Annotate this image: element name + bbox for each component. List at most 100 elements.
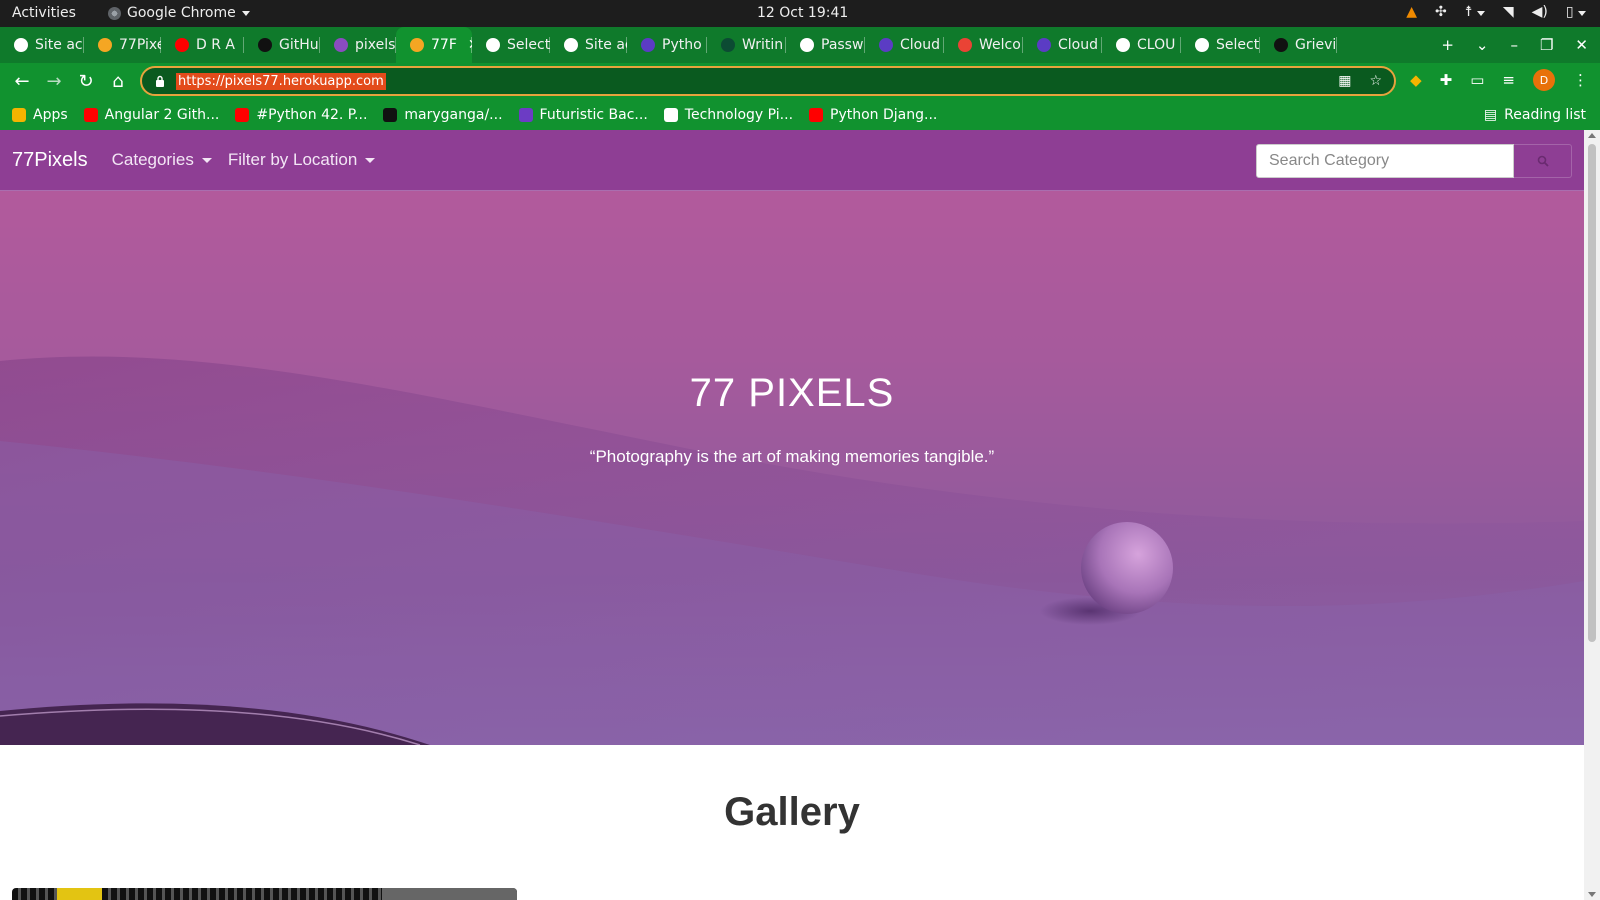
scrollbar-thumb[interactable] — [1588, 144, 1596, 642]
caret-down-icon — [201, 157, 212, 163]
scroll-down-icon[interactable] — [1588, 892, 1596, 897]
back-icon[interactable]: ← — [6, 66, 38, 98]
django-icon — [721, 38, 735, 52]
browser-tab[interactable]: Passw — [786, 27, 865, 63]
forward-icon[interactable]: → — [38, 66, 70, 98]
bookmark-item[interactable]: maryganga/... — [383, 107, 503, 123]
bookmark-favicon-icon — [518, 108, 533, 122]
globe-icon — [486, 38, 500, 52]
tab-label: Site ac — [35, 37, 83, 53]
bookmark-label: maryganga/... — [404, 107, 503, 123]
color-picker-extension-icon[interactable]: ◆ — [1410, 71, 1422, 89]
browser-tab[interactable]: Writin — [707, 27, 786, 63]
site-navbar: 77Pixels Categories Filter by Location — [0, 130, 1584, 191]
bookmark-label: Apps — [33, 107, 68, 123]
heroku-icon — [334, 38, 348, 52]
app-menu[interactable]: Google Chrome — [108, 5, 250, 21]
bookmark-label: Technology Pi... — [684, 107, 794, 123]
tab-label: 77Pixe — [119, 37, 161, 53]
extensions-puzzle-icon[interactable]: ✚ — [1440, 71, 1453, 89]
bookmark-item[interactable]: #Python 42. P... — [235, 107, 367, 123]
browser-tab[interactable]: Select — [472, 27, 550, 63]
browser-tab[interactable]: D R A — [161, 27, 244, 63]
cloud-icon — [1037, 38, 1051, 52]
tab-search-icon[interactable]: ⌄ — [1476, 36, 1489, 54]
profile-avatar[interactable]: D — [1533, 69, 1555, 91]
bookmark-label: Futuristic Bac... — [539, 107, 648, 123]
system-tray[interactable]: ▲ ✣ ☨ ◥ ◀) ▯ — [1406, 4, 1586, 20]
google-icon — [800, 38, 814, 52]
home-icon[interactable]: ⌂ — [102, 66, 134, 98]
kebab-menu-icon[interactable]: ⋮ — [1573, 71, 1588, 89]
browser-tab[interactable]: Select — [1181, 27, 1260, 63]
cloud-icon — [879, 38, 893, 52]
bookmark-item[interactable]: Angular 2 Gith... — [83, 107, 219, 123]
clock[interactable]: 12 Oct 19:41 — [757, 5, 848, 21]
reload-icon[interactable]: ↻ — [70, 66, 102, 98]
tab-label: Cloud — [1058, 37, 1098, 53]
github-icon — [1274, 38, 1288, 52]
globe-icon — [564, 38, 578, 52]
page-scrollbar[interactable] — [1584, 130, 1600, 900]
browser-tab[interactable]: Pytho — [627, 27, 707, 63]
bookmark-label: #Python 42. P... — [256, 107, 368, 123]
browser-tab[interactable]: GitHu — [244, 27, 320, 63]
browser-tab[interactable]: Site ac — [550, 27, 627, 63]
accessibility-icon[interactable]: ☨ — [1465, 4, 1485, 20]
bookmark-favicon-icon — [663, 108, 678, 122]
qr-code-icon[interactable]: ▦ — [1338, 73, 1351, 89]
os-top-bar: Activities Google Chrome 12 Oct 19:41 ▲ … — [0, 0, 1600, 27]
url-text[interactable]: https://pixels77.herokuapp.com — [176, 72, 386, 90]
browser-tab[interactable]: Grievi — [1260, 27, 1337, 63]
site-brand[interactable]: 77Pixels — [12, 149, 88, 172]
cast-icon[interactable]: ▭ — [1470, 71, 1484, 89]
browser-tab[interactable]: Welco — [944, 27, 1023, 63]
youtube-icon — [175, 38, 189, 52]
tab-label: Select — [1216, 37, 1260, 53]
bookmark-item[interactable]: Apps — [12, 107, 68, 123]
new-tab-icon[interactable]: + — [1441, 36, 1454, 54]
browser-tab[interactable]: pixels — [320, 27, 396, 63]
address-bar[interactable]: https://pixels77.herokuapp.com ▦ ☆ — [140, 66, 1396, 96]
categories-dropdown[interactable]: Categories — [112, 150, 212, 170]
vlc-icon[interactable]: ▲ — [1406, 4, 1417, 20]
activities-button[interactable]: Activities — [12, 5, 76, 21]
cloud-icon — [641, 38, 655, 52]
slack-icon[interactable]: ✣ — [1435, 4, 1447, 20]
globe-icon — [14, 38, 28, 52]
tab-label: CLOU — [1137, 37, 1176, 53]
browser-tab[interactable]: Site ac — [0, 27, 84, 63]
window-controls: + ⌄ – ❐ ✕ — [1441, 36, 1600, 54]
battery-icon[interactable]: ▯ — [1566, 4, 1586, 20]
search-button[interactable] — [1514, 144, 1572, 178]
search-category-input[interactable] — [1256, 144, 1514, 178]
close-window-icon[interactable]: ✕ — [1575, 36, 1588, 54]
hero-banner: 77 PIXELS “Photography is the art of mak… — [0, 191, 1584, 745]
wifi-icon[interactable]: ◥ — [1503, 4, 1514, 20]
browser-tab[interactable]: CLOU — [1102, 27, 1181, 63]
filter-location-dropdown[interactable]: Filter by Location — [227, 150, 376, 170]
tab-label: Welco — [979, 37, 1021, 53]
tab-label: Grievi — [1295, 37, 1337, 53]
chrome-icon — [108, 6, 121, 20]
bookmark-favicon-icon — [809, 108, 824, 122]
reading-list-button[interactable]: ▤ Reading list — [1484, 107, 1586, 123]
bookmark-item[interactable]: Technology Pi... — [663, 107, 794, 123]
bookmark-item[interactable]: Python Djang... — [809, 107, 937, 123]
search-icon — [1537, 155, 1549, 167]
gallery-image[interactable] — [12, 888, 517, 900]
browser-tab[interactable]: 77F✕ — [396, 27, 472, 63]
bookmark-item[interactable]: Futuristic Bac... — [518, 107, 648, 123]
filter-location-label: Filter by Location — [227, 150, 358, 169]
bookmark-star-icon[interactable]: ☆ — [1369, 73, 1382, 89]
media-control-icon[interactable]: ≡ — [1502, 71, 1515, 89]
minimize-icon[interactable]: – — [1510, 36, 1518, 54]
restore-icon[interactable]: ❐ — [1540, 36, 1553, 54]
volume-icon[interactable]: ◀) — [1532, 4, 1548, 20]
reading-list-label: Reading list — [1504, 107, 1586, 123]
browser-tab[interactable]: 77Pixe — [84, 27, 161, 63]
browser-tab[interactable]: Cloud — [865, 27, 944, 63]
tab-label: 77F — [431, 37, 457, 53]
scroll-up-icon[interactable] — [1588, 133, 1596, 138]
browser-tab[interactable]: Cloud — [1023, 27, 1102, 63]
